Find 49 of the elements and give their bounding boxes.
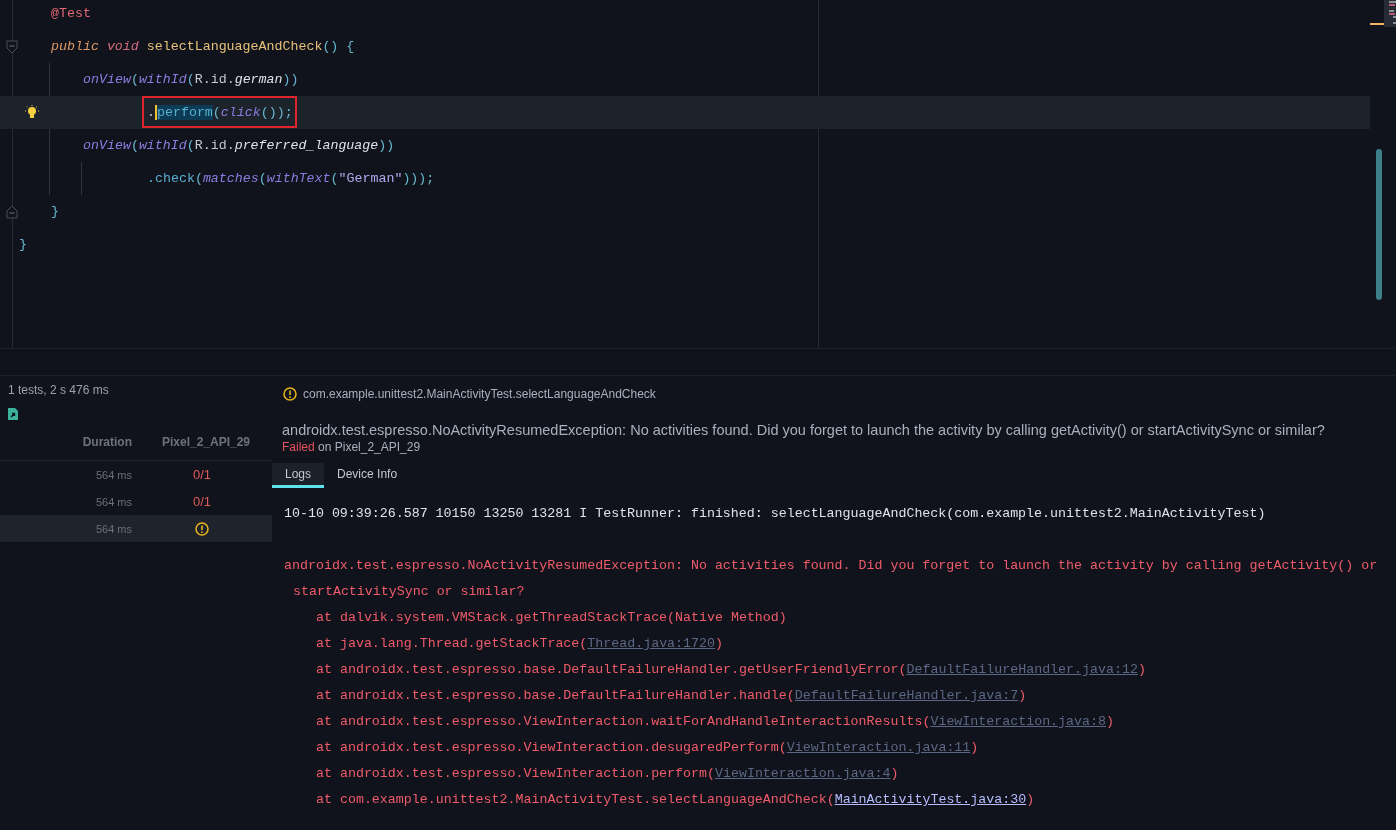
minimap-drawing	[1384, 0, 1396, 27]
result-row[interactable]: 564 ms	[0, 515, 272, 542]
fold-icon[interactable]	[6, 205, 18, 219]
code-line: }	[19, 237, 27, 252]
result-row[interactable]: 564 ms 0/1	[0, 488, 272, 515]
log-line: at androidx.test.espresso.base.DefaultFailureHandler.getUserFriendlyError(DefaultFailureHandler.java:12)	[315, 661, 1147, 679]
log-line: 10-10 09:39:26.587 10150 13250 13281 I TestRunner: finished: selectLanguageAndCheck(com.example.unittest2.MainActivityTest)	[284, 505, 1267, 523]
file-link[interactable]: Thread.java:1720	[587, 636, 715, 651]
log-line: at androidx.test.espresso.ViewInteraction.desugaredPerform(ViewInteraction.java:11)	[315, 739, 980, 757]
file-link[interactable]: DefaultFailureHandler.java:12	[906, 662, 1138, 677]
log-line: at androidx.test.espresso.base.DefaultFailureHandler.handle(DefaultFailureHandler.java:7)	[315, 687, 1028, 705]
failure-status: Failed on Pixel_2_API_29	[282, 440, 422, 454]
file-link[interactable]: ViewInteraction.java:8	[930, 714, 1106, 729]
tab[interactable]: Logs	[272, 463, 325, 488]
duration: 564 ms	[94, 495, 132, 508]
code-line: .perform(click());	[147, 105, 293, 120]
code-line: onView(withId(R.id.german))	[83, 72, 299, 87]
result-row[interactable]: 564 ms 0/1	[0, 461, 272, 488]
warning-icon	[283, 387, 297, 401]
log-line: at java.lang.Thread.getStackTrace(Thread.java:1720)	[315, 635, 724, 653]
column-header[interactable]: Duration	[0, 435, 132, 449]
code-line: }	[51, 204, 59, 219]
result-count: 0/1	[192, 494, 212, 509]
file-link[interactable]: ViewInteraction.java:4	[715, 766, 891, 781]
test-summary: 1 tests, 2 s 476 ms	[7, 382, 110, 398]
fold-icon[interactable]	[6, 40, 18, 54]
log-line: androidx.test.espresso.NoActivityResumedException: No activities found. Did you forget to launch the activity by calling getActivity() or startActivitySync or similar?	[284, 557, 1379, 601]
log-line: at dalvik.system.VMStack.getThreadStackTrace(Native Method)	[315, 609, 788, 627]
tab[interactable]: Device Info	[324, 463, 411, 488]
code-line: onView(withId(R.id.preferred_language))	[83, 138, 395, 153]
result-count: 0/1	[192, 467, 212, 482]
code-line: @Test	[51, 6, 91, 21]
exception-message: androidx.test.espresso.NoActivityResumedException: No activities found. Did you forget to launch the activity by calling getActivity() or startActivitySync or similar?	[282, 422, 1326, 438]
file-link[interactable]: ViewInteraction.java:11	[786, 740, 971, 755]
duration: 564 ms	[94, 522, 132, 535]
log-line: at androidx.test.espresso.ViewInteraction.perform(ViewInteraction.java:4)	[315, 765, 900, 783]
code-line: .check(matches(withText("German")));	[147, 171, 435, 186]
file-link[interactable]: MainActivityTest.java:30	[834, 792, 1027, 807]
scrollbar-thumb[interactable]	[1376, 149, 1382, 300]
test-name: com.example.unittest2.MainActivityTest.selectLanguageAndCheck	[303, 387, 656, 401]
lightbulb-icon[interactable]	[25, 105, 39, 120]
warning-icon	[195, 521, 209, 536]
file-link[interactable]: DefaultFailureHandler.java:7	[794, 688, 1019, 703]
log-line: at com.example.unittest2.MainActivityTest.selectLanguageAndCheck(MainActivityTest.java:30)	[315, 791, 1036, 809]
column-header[interactable]: Pixel_2_API_29	[132, 435, 276, 449]
duration: 564 ms	[94, 468, 132, 481]
code-line: public void selectLanguageAndCheck() {	[51, 39, 355, 54]
log-line: at androidx.test.espresso.ViewInteraction.waitForAndHandleInteractionResults(ViewInteraction.java:8)	[315, 713, 1115, 731]
export-icon[interactable]	[8, 408, 18, 420]
